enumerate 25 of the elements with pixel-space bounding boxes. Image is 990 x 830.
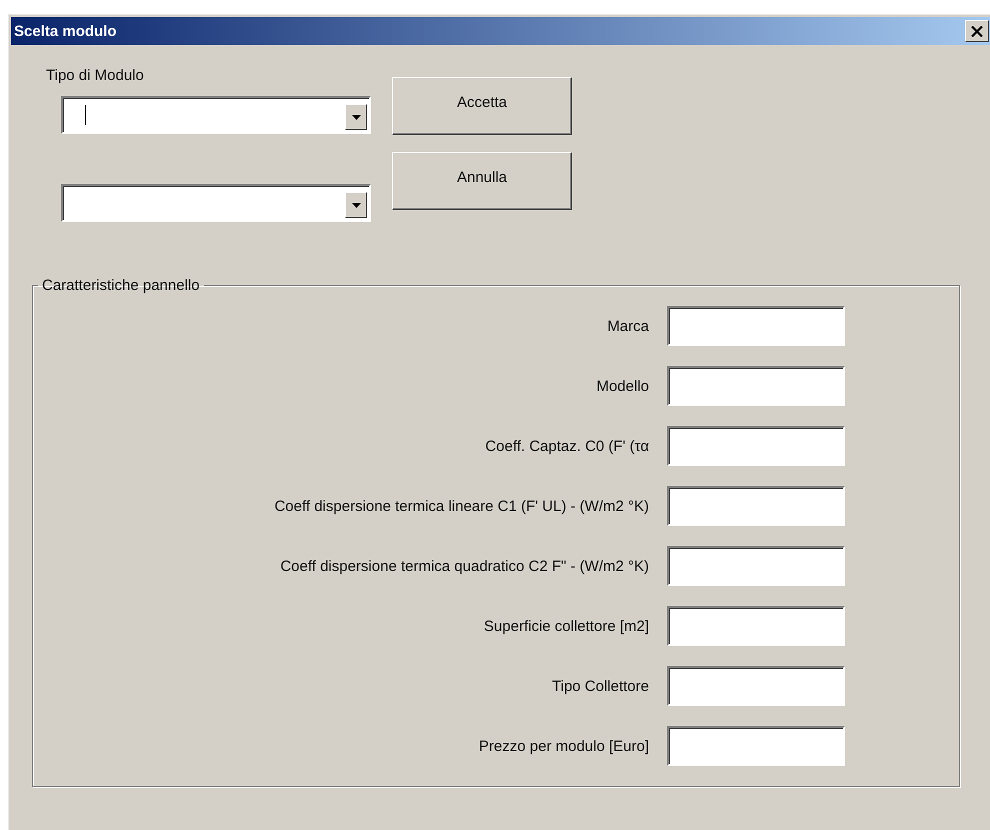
cancel-button[interactable]: Annulla [392, 152, 572, 210]
dropdown-field[interactable] [61, 96, 371, 134]
group-title: Caratteristiche pannello [41, 277, 201, 294]
field-label: Coeff dispersione termica lineare C1 (F' UL) - (W/m2 °K) [274, 498, 649, 514]
window-title: Scelta modulo [13, 22, 117, 40]
field-label: Tipo di Modulo [46, 67, 145, 86]
text-field[interactable] [667, 726, 845, 766]
text-field[interactable] [667, 666, 845, 706]
field-label: Tipo Collettore [552, 678, 649, 694]
text-field[interactable] [667, 366, 845, 406]
dropdown-field[interactable] [61, 184, 371, 222]
text-field[interactable] [667, 486, 845, 526]
field-label: Marca [607, 318, 649, 334]
close-icon [971, 26, 983, 36]
accept-button[interactable]: Accetta [392, 77, 572, 135]
field-label: Prezzo per modulo [Euro] [478, 738, 649, 754]
text-field[interactable] [667, 606, 845, 646]
text-field[interactable] [667, 306, 845, 346]
field-label: Coeff. Captaz. C0 (F' (τα [485, 438, 649, 454]
field-label: Modello [596, 378, 649, 394]
close-button[interactable] [965, 20, 989, 42]
field-label: Superficie collettore [m2] [484, 618, 649, 634]
text-field[interactable] [667, 546, 845, 586]
field-label: Coeff dispersione termica quadratico C2 F" - (W/m2 °K) [280, 558, 649, 574]
text-field[interactable] [667, 426, 845, 466]
